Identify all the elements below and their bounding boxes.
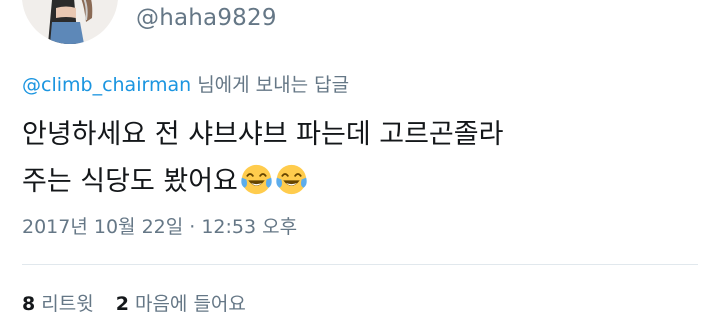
tweet-text-line-1: 안녕하세요 전 샤브샤브 파는데 고르곤졸라 (22, 119, 504, 150)
like-count: 2 (115, 293, 129, 315)
retweet-count: 8 (22, 293, 36, 315)
author-handle[interactable]: @haha9829 (136, 5, 277, 31)
tweet-text-line-2-container: 주는 식당도 봤어요 (22, 158, 682, 205)
retweet-label: 리트윗 (41, 293, 94, 315)
face-with-tears-of-joy-icon (276, 164, 307, 195)
tweet-text: 안녕하세요 전 샤브샤브 파는데 고르곤졸라 주는 식당도 봤어요 (22, 111, 682, 205)
reply-context: @climb_chairman 님에게 보내는 답글 (22, 70, 349, 97)
face-with-tears-of-joy-icon (241, 164, 272, 195)
retweet-stat[interactable]: 8 리트윗 (22, 293, 94, 315)
avatar[interactable] (22, 0, 118, 44)
like-stat[interactable]: 2 마음에 들어요 (116, 293, 246, 315)
tweet-detail: @haha9829 @climb_chairman 님에게 보내는 답글 안녕하… (0, 0, 720, 317)
tweet-stats: 8 리트윗 2 마음에 들어요 (22, 289, 262, 316)
tweet-text-line-2: 주는 식당도 봤어요 (22, 166, 238, 197)
like-label: 마음에 들어요 (134, 293, 246, 315)
tweet-timestamp[interactable]: 2017년 10월 22일 · 12:53 오후 (22, 212, 297, 239)
reply-mention-link[interactable]: @climb_chairman (22, 74, 191, 96)
divider (22, 264, 698, 265)
avatar-photo (22, 0, 118, 44)
reply-suffix: 님에게 보내는 답글 (191, 74, 350, 96)
